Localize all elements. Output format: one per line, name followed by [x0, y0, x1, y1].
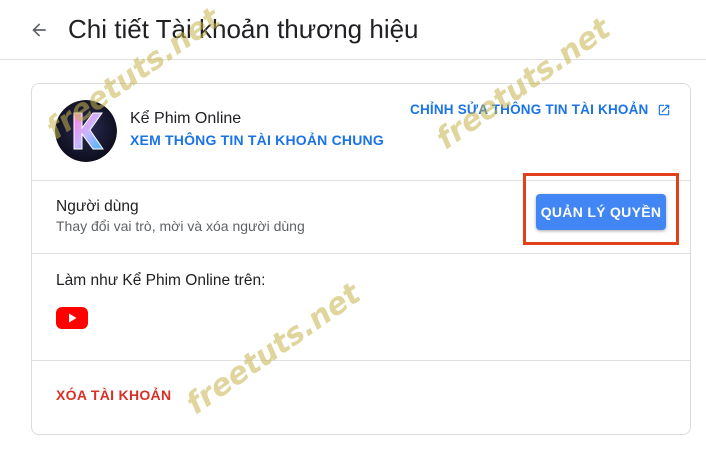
act-as-row: Làm như Kể Phim Online trên:	[32, 254, 690, 361]
open-in-new-icon	[658, 104, 669, 115]
view-general-account-link[interactable]: XEM THÔNG TIN TÀI KHOẢN CHUNG	[130, 132, 384, 148]
account-row: Kể Phim Online XEM THÔNG TIN TÀI KHOẢN C…	[32, 84, 690, 181]
users-title: Người dùng	[56, 198, 139, 215]
act-as-label: Làm như Kể Phim Online trên:	[56, 272, 266, 289]
avatar	[55, 100, 117, 162]
delete-account-link[interactable]: XÓA TÀI KHOẢN	[56, 387, 171, 403]
account-name: Kể Phim Online	[130, 110, 242, 127]
page-title: Chi tiết Tài khoản thương hiệu	[68, 14, 419, 44]
account-card: Kể Phim Online XEM THÔNG TIN TÀI KHOẢN C…	[31, 83, 691, 435]
arrow-left-icon	[32, 23, 46, 37]
page-header: Chi tiết Tài khoản thương hiệu	[0, 0, 706, 60]
users-subtitle: Thay đổi vai trò, mời và xóa người dùng	[56, 218, 305, 234]
edit-account-info-label: CHỈNH SỬA THÔNG TIN TÀI KHOẢN	[410, 102, 649, 117]
delete-row: XÓA TÀI KHOẢN	[32, 361, 690, 434]
manage-permissions-button[interactable]: QUẢN LÝ QUYỀN	[536, 194, 666, 230]
youtube-icon[interactable]	[56, 307, 88, 329]
back-button[interactable]	[26, 17, 52, 43]
edit-account-info-link[interactable]: CHỈNH SỬA THÔNG TIN TÀI KHOẢN	[410, 102, 671, 117]
